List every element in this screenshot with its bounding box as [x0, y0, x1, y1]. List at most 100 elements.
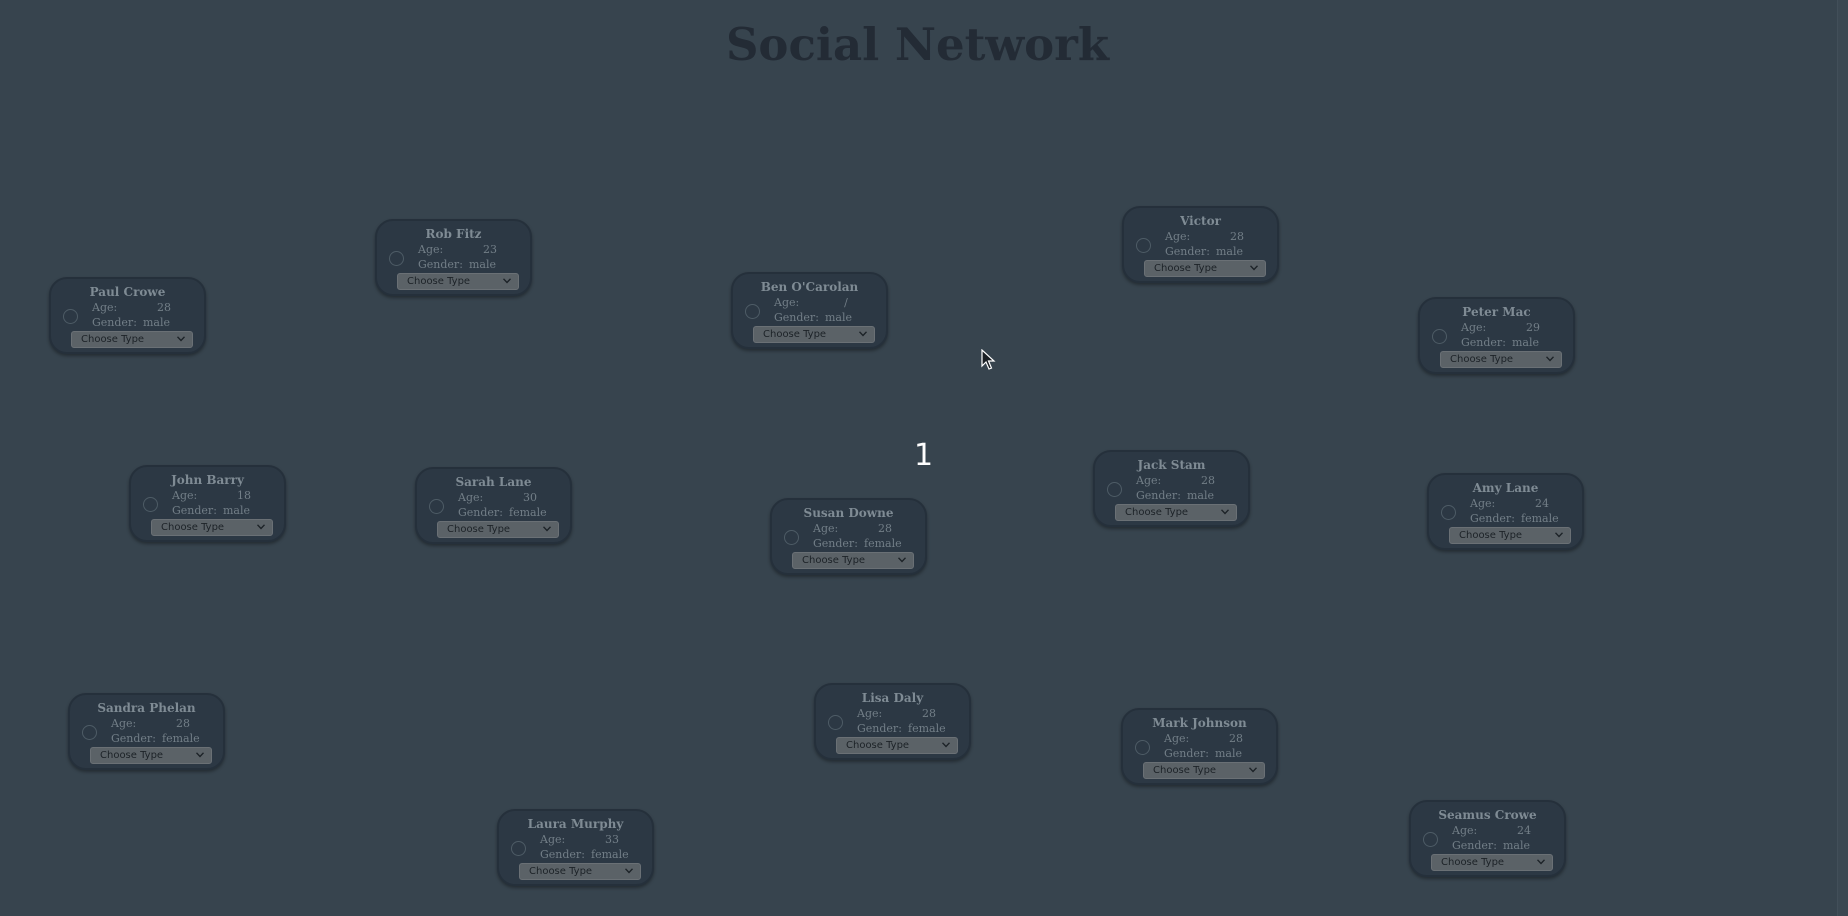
- type-select[interactable]: Choose Type: [397, 273, 519, 290]
- gender-label: Gender:: [458, 506, 503, 519]
- type-select[interactable]: Choose Type: [792, 552, 914, 569]
- person-node[interactable]: Seamus Crowe Age: 24 Gender: male Choose…: [1409, 800, 1566, 877]
- gender-label: Gender:: [1136, 489, 1181, 502]
- type-select[interactable]: Choose Type: [1143, 762, 1265, 779]
- type-select-label: Choose Type: [802, 555, 866, 566]
- person-node[interactable]: John Barry Age: 18 Gender: male Choose T…: [129, 465, 286, 542]
- chevron-down-icon: [625, 868, 633, 874]
- age-value: 28: [1230, 230, 1244, 243]
- person-name: Sarah Lane: [455, 475, 532, 489]
- type-select[interactable]: Choose Type: [753, 326, 875, 343]
- person-node[interactable]: Victor Age: 28 Gender: male Choose Type: [1122, 206, 1279, 283]
- person-node[interactable]: Jack Stam Age: 28 Gender: male Choose Ty…: [1093, 450, 1250, 527]
- person-node[interactable]: Lisa Daly Age: 28 Gender: female Choose …: [814, 683, 971, 760]
- person-node[interactable]: Rob Fitz Age: 23 Gender: male Choose Typ…: [375, 219, 532, 296]
- age-value: /: [844, 296, 848, 309]
- type-select[interactable]: Choose Type: [90, 747, 212, 764]
- person-node[interactable]: Sarah Lane Age: 30 Gender: female Choose…: [415, 467, 572, 544]
- age-label: Age:: [458, 491, 484, 504]
- age-label: Age:: [111, 717, 137, 730]
- gender-value: female: [162, 732, 200, 745]
- person-node[interactable]: Peter Mac Age: 29 Gender: male Choose Ty…: [1418, 297, 1575, 374]
- type-select[interactable]: Choose Type: [151, 519, 273, 536]
- gender-value: female: [509, 506, 547, 519]
- select-person-radio[interactable]: [63, 309, 78, 324]
- gender-value: male: [1503, 839, 1531, 852]
- network-count: 1: [914, 438, 934, 473]
- type-select[interactable]: Choose Type: [1115, 504, 1237, 521]
- person-name: Laura Murphy: [527, 817, 624, 831]
- person-node[interactable]: Amy Lane Age: 24 Gender: female Choose T…: [1427, 473, 1584, 550]
- type-select-label: Choose Type: [846, 740, 910, 751]
- age-value: 28: [1201, 474, 1215, 487]
- type-select-label: Choose Type: [407, 276, 471, 287]
- select-person-radio[interactable]: [1423, 832, 1438, 847]
- age-label: Age:: [92, 301, 118, 314]
- person-name: Peter Mac: [1462, 305, 1531, 319]
- mouse-cursor-icon: [981, 349, 996, 370]
- gender-value: female: [908, 722, 946, 735]
- age-value: 28: [176, 717, 190, 730]
- type-select-label: Choose Type: [1154, 263, 1218, 274]
- select-person-radio[interactable]: [745, 304, 760, 319]
- chevron-down-icon: [177, 336, 185, 342]
- age-value: 28: [878, 522, 892, 535]
- person-node[interactable]: Laura Murphy Age: 33 Gender: female Choo…: [497, 809, 654, 886]
- chevron-down-icon: [859, 331, 867, 337]
- select-person-radio[interactable]: [1135, 740, 1150, 755]
- gender-value: male: [1512, 336, 1540, 349]
- type-select[interactable]: Choose Type: [519, 863, 641, 880]
- select-person-radio[interactable]: [1432, 329, 1447, 344]
- gender-label: Gender:: [92, 316, 137, 329]
- select-person-radio[interactable]: [1136, 238, 1151, 253]
- select-person-radio[interactable]: [143, 497, 158, 512]
- person-node[interactable]: Mark Johnson Age: 28 Gender: male Choose…: [1121, 708, 1278, 785]
- type-select[interactable]: Choose Type: [1449, 527, 1571, 544]
- select-person-radio[interactable]: [828, 715, 843, 730]
- gender-label: Gender:: [540, 848, 585, 861]
- select-person-radio[interactable]: [784, 530, 799, 545]
- type-select[interactable]: Choose Type: [71, 331, 193, 348]
- type-select-label: Choose Type: [529, 866, 593, 877]
- age-value: 33: [605, 833, 619, 846]
- gender-value: male: [1215, 747, 1243, 760]
- type-select[interactable]: Choose Type: [437, 521, 559, 538]
- age-value: 24: [1517, 824, 1531, 837]
- age-label: Age:: [1164, 732, 1190, 745]
- type-select-label: Choose Type: [161, 522, 225, 533]
- type-select-label: Choose Type: [763, 329, 827, 340]
- age-label: Age:: [172, 489, 198, 502]
- age-value: 24: [1535, 497, 1549, 510]
- chevron-down-icon: [257, 524, 265, 530]
- type-select-label: Choose Type: [1441, 857, 1505, 868]
- type-select[interactable]: Choose Type: [1144, 260, 1266, 277]
- select-person-radio[interactable]: [1107, 482, 1122, 497]
- person-name: Jack Stam: [1137, 458, 1206, 472]
- select-person-radio[interactable]: [82, 725, 97, 740]
- gender-label: Gender:: [1164, 747, 1209, 760]
- person-node[interactable]: Paul Crowe Age: 28 Gender: male Choose T…: [49, 277, 206, 354]
- gender-label: Gender:: [111, 732, 156, 745]
- type-select[interactable]: Choose Type: [1440, 351, 1562, 368]
- type-select[interactable]: Choose Type: [836, 737, 958, 754]
- type-select[interactable]: Choose Type: [1431, 854, 1553, 871]
- age-value: 30: [523, 491, 537, 504]
- gender-value: male: [143, 316, 171, 329]
- select-person-radio[interactable]: [429, 499, 444, 514]
- chevron-down-icon: [1537, 859, 1545, 865]
- gender-value: male: [1187, 489, 1215, 502]
- chevron-down-icon: [503, 278, 511, 284]
- age-label: Age:: [1470, 497, 1496, 510]
- chevron-down-icon: [1555, 532, 1563, 538]
- type-select-label: Choose Type: [1153, 765, 1217, 776]
- person-node[interactable]: Sandra Phelan Age: 28 Gender: female Cho…: [68, 693, 225, 770]
- age-label: Age:: [1136, 474, 1162, 487]
- person-node[interactable]: Ben O'Carolan Age: / Gender: male Choose…: [731, 272, 888, 349]
- select-person-radio[interactable]: [511, 841, 526, 856]
- chevron-down-icon: [898, 557, 906, 563]
- person-node[interactable]: Susan Downe Age: 28 Gender: female Choos…: [770, 498, 927, 575]
- vertical-scrollbar[interactable]: [1837, 0, 1848, 916]
- select-person-radio[interactable]: [389, 251, 404, 266]
- select-person-radio[interactable]: [1441, 505, 1456, 520]
- gender-label: Gender:: [1470, 512, 1515, 525]
